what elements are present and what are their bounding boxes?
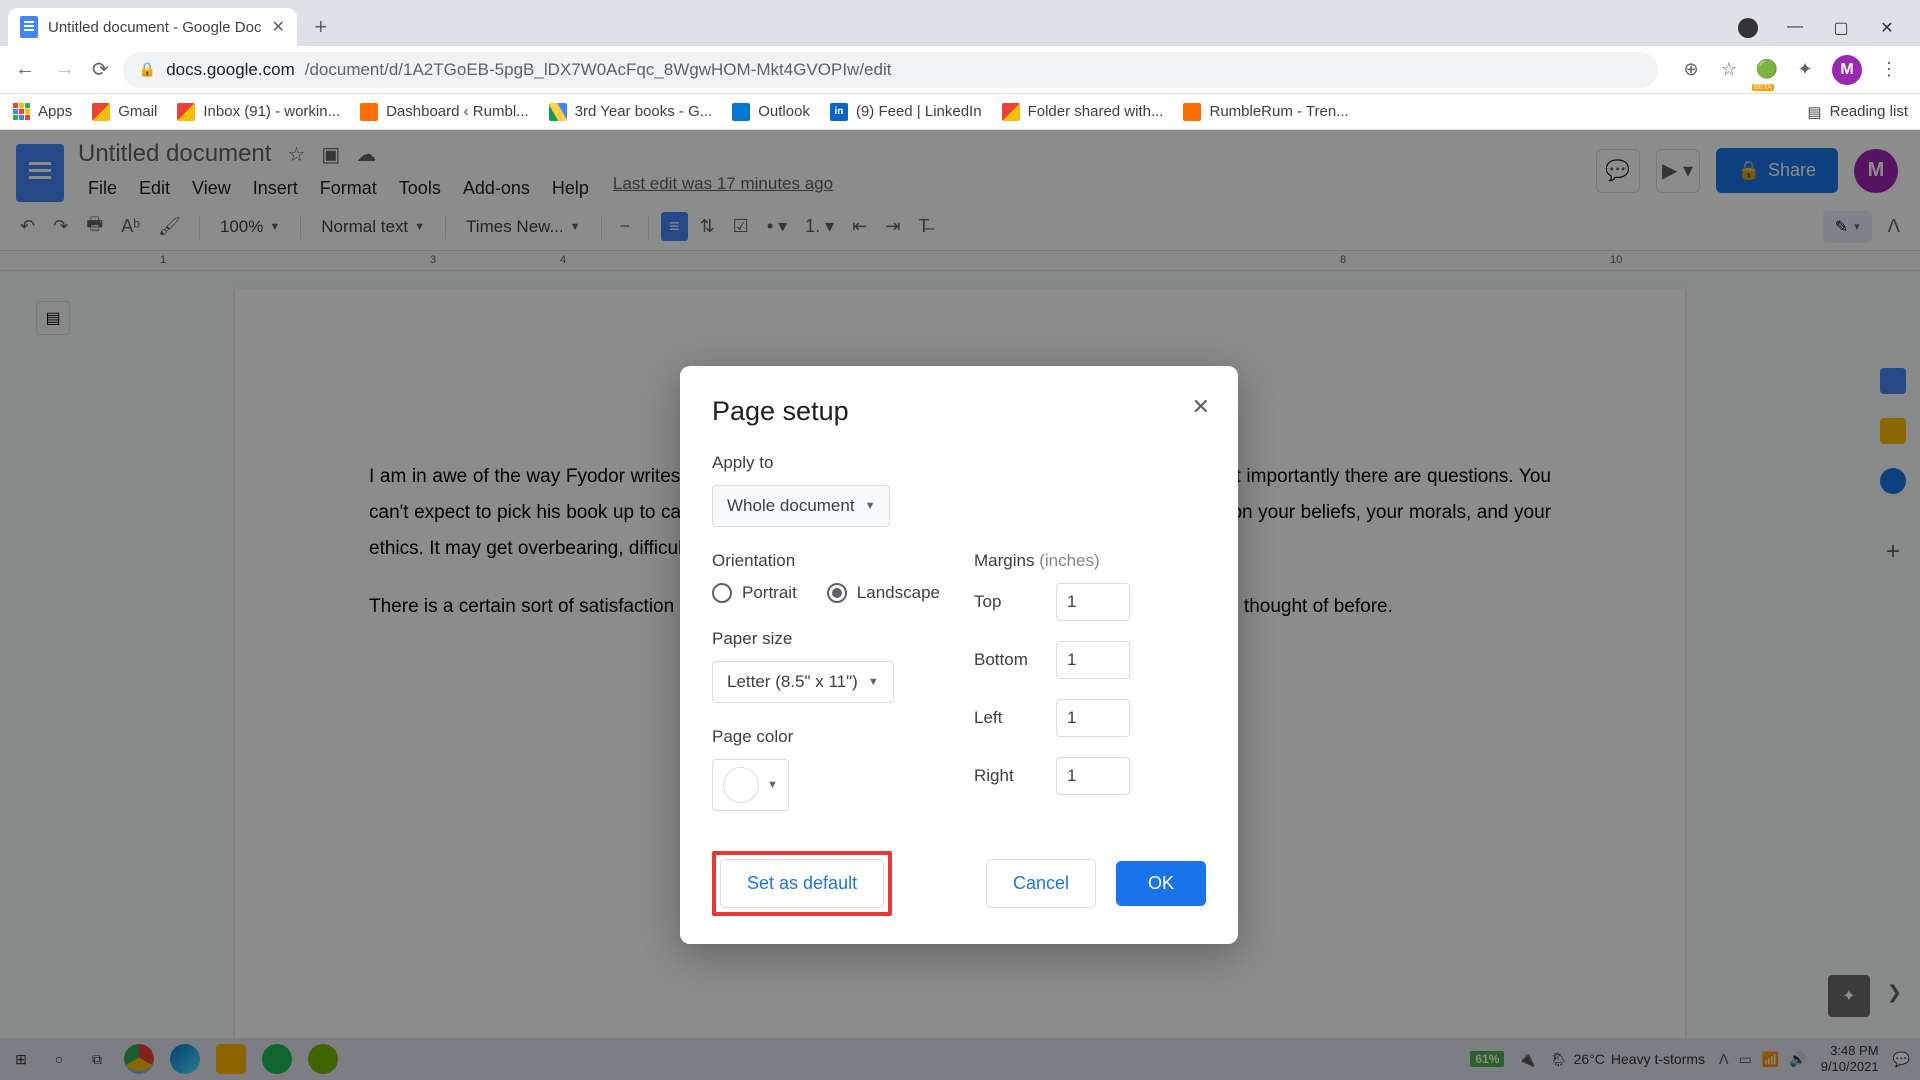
forward-button[interactable]: → — [52, 58, 78, 81]
close-window-icon[interactable]: ✕ — [1878, 18, 1896, 38]
tab-bar: Untitled document - Google Doc ✕ + — ▢ ✕ — [0, 0, 1920, 46]
margin-bottom-label: Bottom — [974, 650, 1046, 670]
chrome-account-icon[interactable] — [1738, 18, 1758, 38]
margin-top-input[interactable] — [1056, 583, 1130, 621]
apps-icon — [12, 103, 30, 121]
browser-chrome: Untitled document - Google Doc ✕ + — ▢ ✕… — [0, 0, 1920, 130]
color-swatch — [723, 767, 759, 803]
address-bar: ← → ⟳ 🔒 docs.google.com/document/d/1A2TG… — [0, 46, 1920, 94]
margin-bottom-input[interactable] — [1056, 641, 1130, 679]
apply-to-label: Apply to — [712, 453, 1206, 473]
bookmark-gmail[interactable]: Gmail — [92, 103, 157, 121]
tab-close-icon[interactable]: ✕ — [271, 17, 284, 37]
reload-button[interactable]: ⟳ — [92, 57, 109, 82]
bookmark-inbox[interactable]: Inbox (91) - workin... — [177, 103, 340, 121]
reading-list-icon: ▤ — [1807, 103, 1821, 121]
margin-left-input[interactable] — [1056, 699, 1130, 737]
margin-top-label: Top — [974, 592, 1046, 612]
orientation-label: Orientation — [712, 551, 944, 571]
browser-tab[interactable]: Untitled document - Google Doc ✕ — [8, 8, 297, 46]
dialog-title: Page setup — [712, 396, 1206, 427]
apps-bookmark[interactable]: Apps — [12, 103, 72, 121]
bookmark-rumblerum[interactable]: RumbleRum - Tren... — [1183, 103, 1348, 121]
set-as-default-button[interactable]: Set as default — [720, 859, 884, 908]
drive-icon — [549, 103, 567, 121]
apply-to-dropdown[interactable]: Whole document▼ — [712, 485, 890, 527]
star-icon[interactable]: ☆ — [1718, 59, 1740, 81]
window-controls: — ▢ ✕ — [1738, 18, 1912, 38]
radio-icon — [827, 583, 847, 603]
url-path: /document/d/1A2TGoEB-5pgB_lDX7W0AcFqc_8W… — [305, 60, 892, 80]
landscape-radio[interactable]: Landscape — [827, 583, 940, 603]
page-color-picker[interactable]: ▼ — [712, 759, 789, 811]
paper-size-dropdown[interactable]: Letter (8.5" x 11")▼ — [712, 661, 894, 703]
chrome-menu-icon[interactable]: ⋮ — [1878, 59, 1900, 81]
bookmarks-bar: Apps Gmail Inbox (91) - workin... Dashbo… — [0, 94, 1920, 130]
url-input[interactable]: 🔒 docs.google.com/document/d/1A2TGoEB-5p… — [123, 52, 1658, 88]
linkedin-icon: in — [830, 103, 848, 121]
extensions-puzzle-icon[interactable]: ✦ — [1794, 59, 1816, 81]
bookmark-linkedin[interactable]: in(9) Feed | LinkedIn — [830, 103, 982, 121]
url-domain: docs.google.com — [166, 60, 295, 80]
margin-left-label: Left — [974, 708, 1046, 728]
bookmark-folder[interactable]: Folder shared with... — [1002, 103, 1164, 121]
lock-icon: 🔒 — [139, 61, 156, 78]
profile-avatar[interactable]: M — [1832, 55, 1862, 85]
reading-list-button[interactable]: ▤ Reading list — [1807, 103, 1908, 121]
set-default-highlight: Set as default — [712, 851, 892, 916]
new-tab-button[interactable]: + — [305, 11, 337, 43]
back-button[interactable]: ← — [12, 58, 38, 81]
paper-size-label: Paper size — [712, 629, 944, 649]
site-icon — [360, 103, 378, 121]
tab-title: Untitled document - Google Doc — [48, 19, 261, 36]
cancel-button[interactable]: Cancel — [986, 859, 1096, 908]
site-icon — [1183, 103, 1201, 121]
radio-icon — [712, 583, 732, 603]
app-area: Untitled document ☆ ▣ ☁ File Edit View I… — [0, 130, 1920, 1080]
dialog-close-button[interactable]: ✕ — [1192, 394, 1210, 420]
bookmark-dashboard[interactable]: Dashboard ‹ Rumbl... — [360, 103, 529, 121]
gmail-icon — [177, 103, 195, 121]
gmail-icon — [1002, 103, 1020, 121]
maximize-icon[interactable]: ▢ — [1832, 18, 1850, 38]
page-setup-dialog: Page setup ✕ Apply to Whole document▼ Or… — [680, 366, 1238, 944]
margin-right-label: Right — [974, 766, 1046, 786]
gmail-icon — [92, 103, 110, 121]
extension-icon[interactable]: 🟢BETA — [1756, 59, 1778, 81]
outlook-icon — [732, 103, 750, 121]
page-color-label: Page color — [712, 727, 944, 747]
bookmark-outlook[interactable]: Outlook — [732, 103, 810, 121]
portrait-radio[interactable]: Portrait — [712, 583, 797, 603]
bookmark-drive[interactable]: 3rd Year books - G... — [549, 103, 713, 121]
zoom-icon[interactable]: ⊕ — [1680, 59, 1702, 81]
address-right-icons: ⊕ ☆ 🟢BETA ✦ M ⋮ — [1672, 55, 1908, 85]
margin-right-input[interactable] — [1056, 757, 1130, 795]
ok-button[interactable]: OK — [1116, 861, 1206, 906]
minimize-icon[interactable]: — — [1786, 18, 1804, 38]
margins-label: Margins (inches) — [974, 551, 1206, 571]
docs-favicon — [20, 16, 38, 38]
